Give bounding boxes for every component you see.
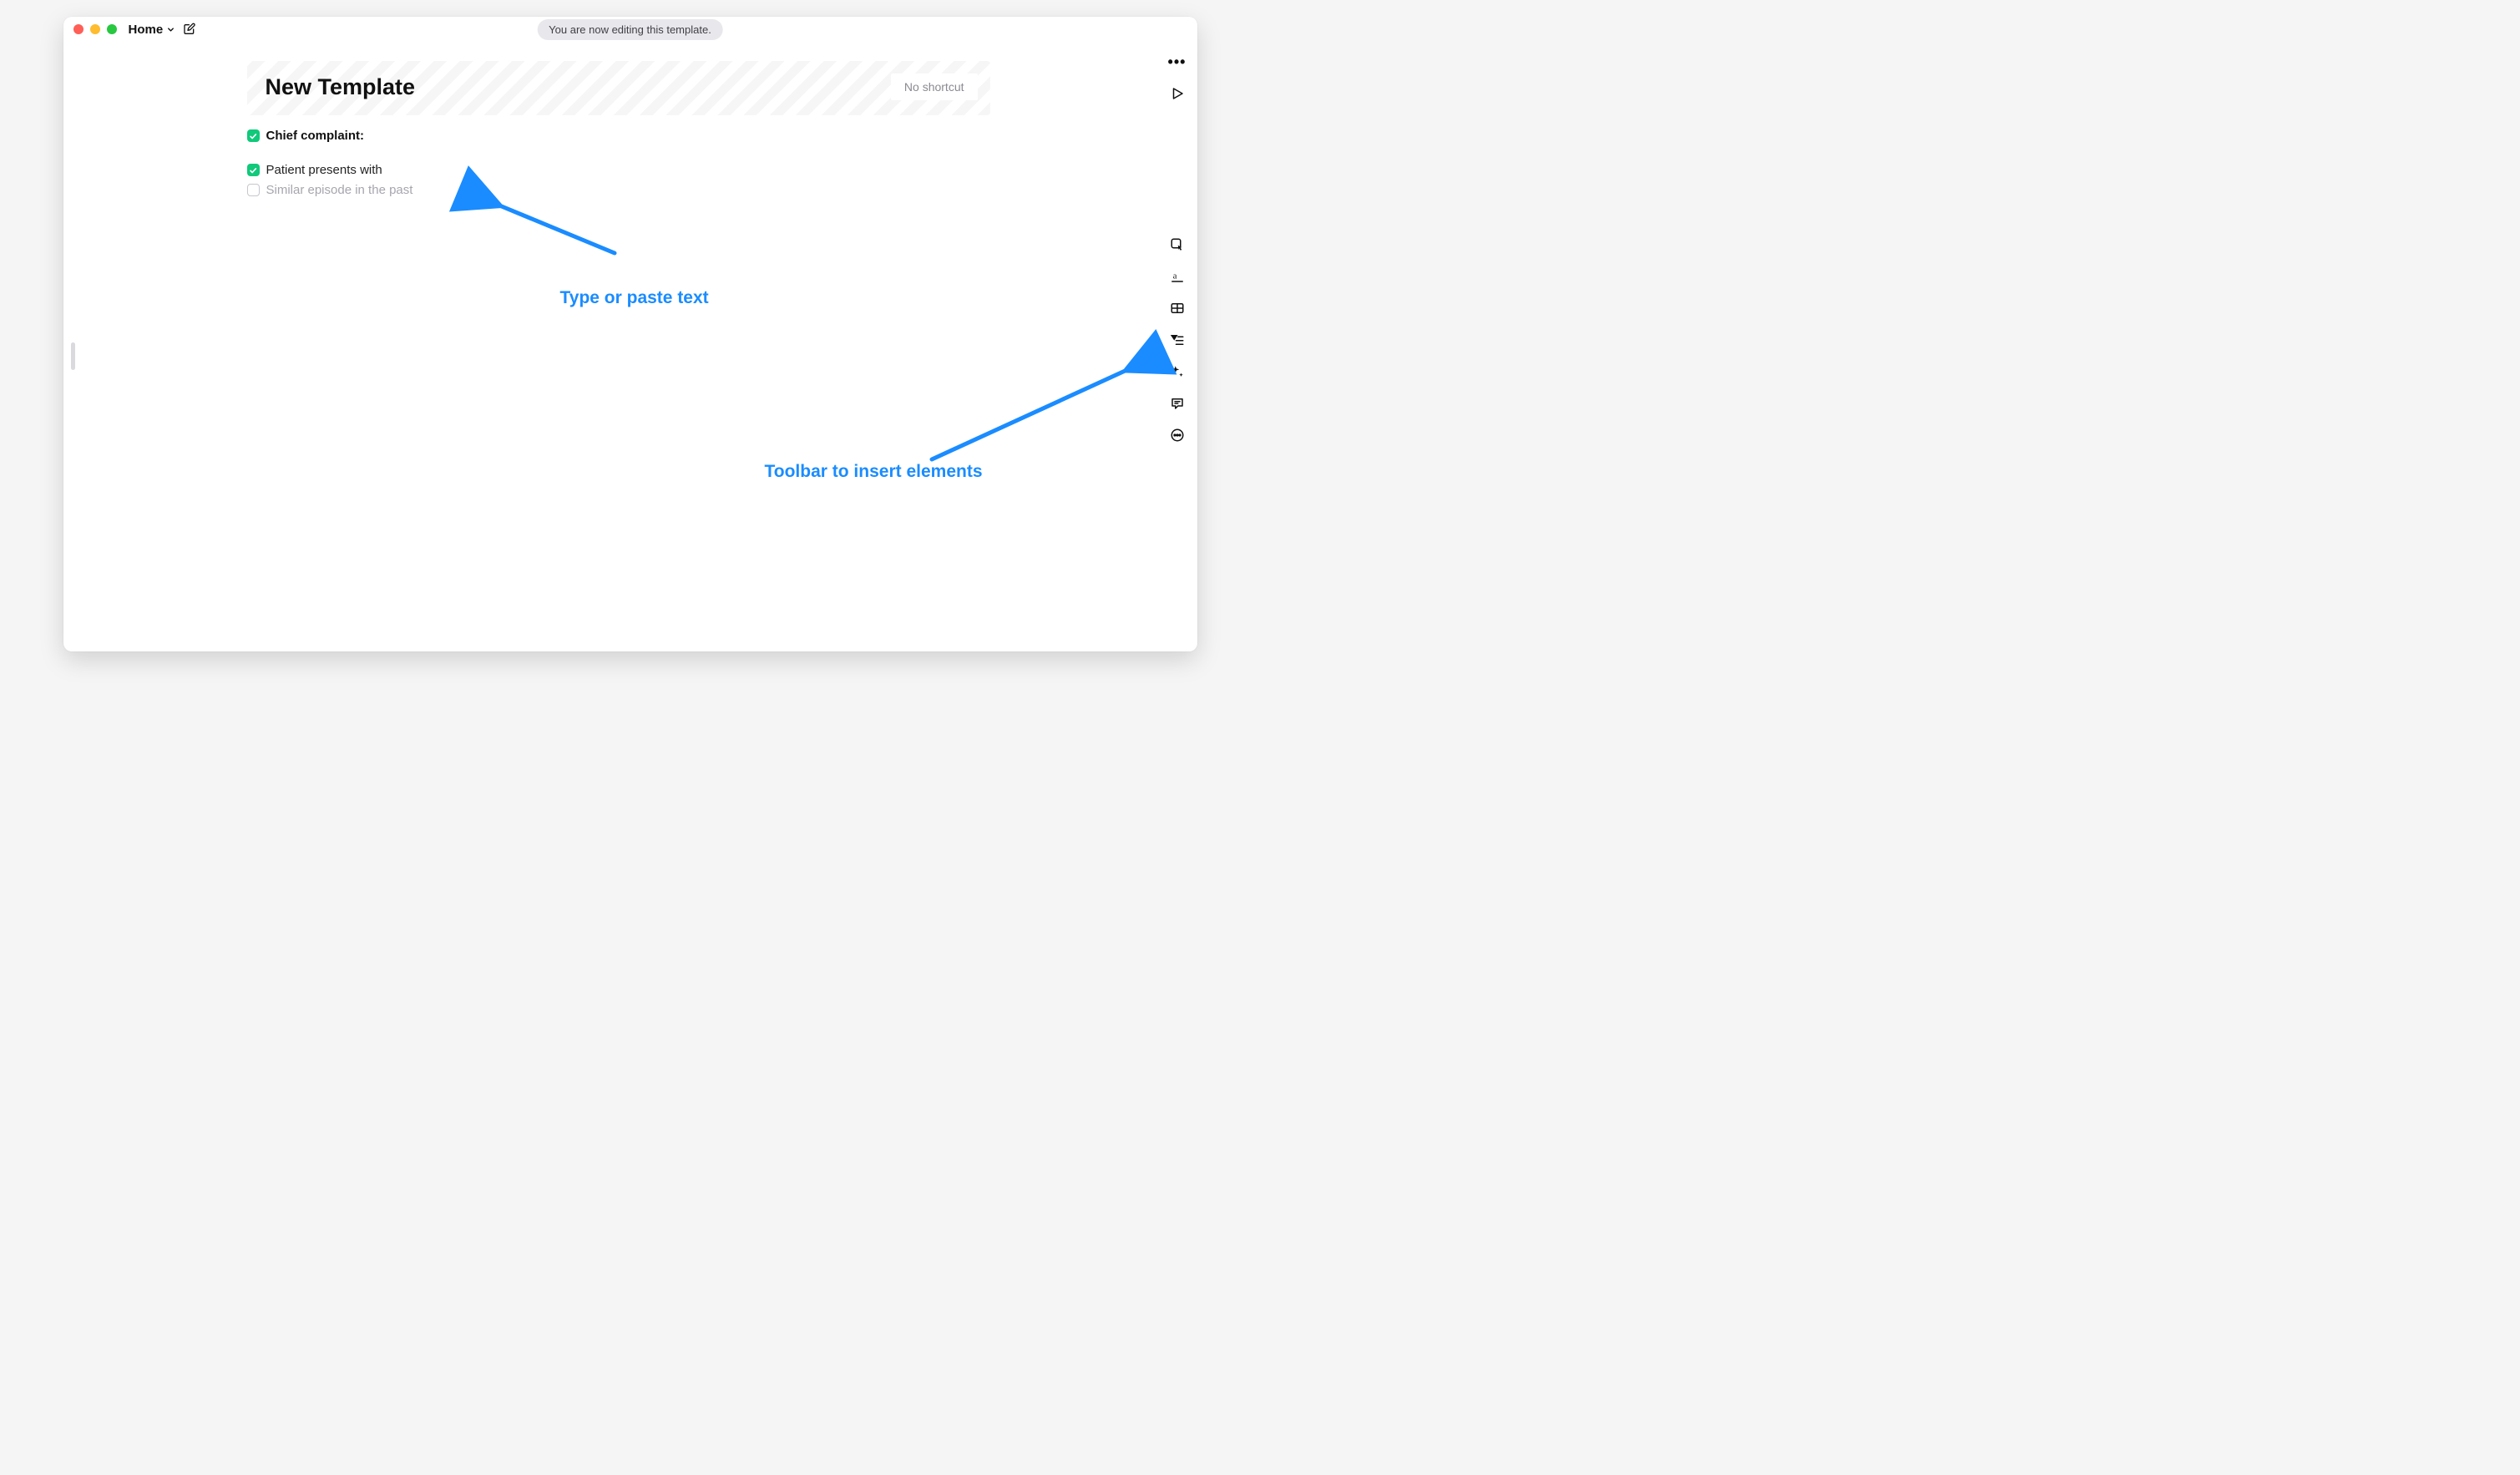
list-item[interactable]: Patient presents with: [247, 163, 990, 177]
more-circle-icon: [1170, 428, 1185, 443]
compose-icon[interactable]: [183, 23, 196, 36]
close-window-button[interactable]: [73, 24, 83, 34]
app-window: Home You are now editing this template. …: [63, 17, 1197, 651]
more-circle-button[interactable]: [1169, 427, 1186, 444]
insert-filter-button[interactable]: [1169, 332, 1186, 348]
minimize-window-button[interactable]: [90, 24, 100, 34]
page-title[interactable]: New Template: [266, 74, 416, 100]
section-text-wrap: Chief complaint:: [266, 129, 365, 143]
list-item-text: Patient presents with: [266, 163, 382, 177]
play-icon: [1170, 86, 1185, 101]
insert-table-button[interactable]: [1169, 300, 1186, 317]
checkbox-checked[interactable]: [247, 129, 260, 142]
template-header: New Template No shortcut: [247, 61, 990, 115]
annotation-toolbar-text: Toolbar to insert elements: [765, 462, 983, 482]
checkbox-checked[interactable]: [247, 164, 260, 176]
more-icon: •••: [1168, 53, 1187, 71]
traffic-lights: [73, 24, 117, 34]
play-button[interactable]: [1169, 85, 1186, 102]
maximize-window-button[interactable]: [107, 24, 117, 34]
insert-ai-button[interactable]: [1169, 363, 1186, 380]
arrow-icon: [919, 359, 1145, 468]
titlebar: Home You are now editing this template.: [63, 17, 1197, 42]
insert-cursor-button[interactable]: [1169, 236, 1186, 253]
sidebar-toggle[interactable]: [71, 342, 75, 370]
list-item-text: Similar episode in the past: [266, 183, 413, 197]
annotation-arrow: [481, 195, 623, 263]
arrow-icon: [481, 195, 623, 261]
check-icon: [249, 166, 257, 175]
breadcrumb-label: Home: [129, 23, 164, 37]
checkbox-unchecked[interactable]: [247, 184, 260, 196]
right-rail: ••• a: [1169, 53, 1186, 444]
text-style-icon: a: [1170, 269, 1185, 284]
check-icon: [249, 132, 257, 140]
editor-content[interactable]: Chief complaint: Patient presents with S…: [247, 129, 990, 197]
chevron-down-icon: [166, 25, 175, 34]
section-suffix: :: [360, 129, 364, 143]
cursor-click-icon: [1170, 237, 1185, 252]
annotation-arrow: [919, 359, 1145, 469]
shortcut-field[interactable]: No shortcut: [891, 73, 978, 100]
filter-icon: [1170, 332, 1185, 347]
annotation-type-text: Type or paste text: [560, 288, 709, 308]
svg-text:a: a: [1172, 271, 1177, 281]
section-row[interactable]: Chief complaint:: [247, 129, 990, 143]
insert-comment-button[interactable]: [1169, 395, 1186, 412]
more-button[interactable]: •••: [1169, 53, 1186, 70]
insert-text-style-button[interactable]: a: [1169, 268, 1186, 285]
section-label: Chief complaint: [266, 129, 361, 143]
sparkle-icon: [1170, 364, 1185, 379]
header-inner: New Template No shortcut: [247, 61, 990, 115]
breadcrumb[interactable]: Home: [129, 23, 176, 37]
editing-banner: You are now editing this template.: [537, 19, 723, 40]
table-icon: [1170, 301, 1185, 316]
comment-icon: [1170, 396, 1185, 411]
editing-banner-text: You are now editing this template.: [549, 23, 711, 36]
